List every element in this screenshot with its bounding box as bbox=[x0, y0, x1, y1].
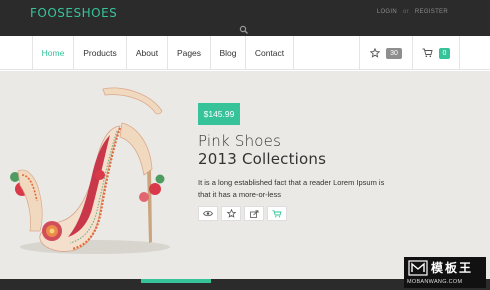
view-button[interactable] bbox=[198, 206, 218, 221]
price-tag: $145.99 bbox=[198, 103, 240, 125]
cart-count: 0 bbox=[438, 47, 451, 59]
main-nav: Home Products About Pages Blog Contact 3… bbox=[0, 36, 490, 70]
product-description: It is a long established fact that a rea… bbox=[198, 178, 385, 199]
nav-blog[interactable]: Blog bbox=[211, 36, 246, 70]
wishlist-button[interactable]: 30 bbox=[359, 36, 412, 70]
watermark-url: MOBANWANG.COM bbox=[407, 279, 463, 285]
product-actions bbox=[198, 206, 287, 221]
product-title: Pink Shoes bbox=[198, 132, 282, 150]
star-icon bbox=[226, 209, 236, 218]
top-bar: FOOSESHOES LOGIN or REGISTER bbox=[0, 0, 490, 36]
product-subtitle: 2013 Collections bbox=[198, 150, 327, 168]
star-icon bbox=[370, 48, 381, 58]
favorite-button[interactable] bbox=[221, 206, 241, 221]
eye-icon bbox=[203, 210, 213, 217]
nav-home[interactable]: Home bbox=[32, 36, 74, 70]
nav-contact[interactable]: Contact bbox=[246, 36, 294, 70]
pink-shoe-image bbox=[10, 87, 170, 254]
wishlist-count: 30 bbox=[386, 47, 402, 59]
share-button[interactable] bbox=[244, 206, 264, 221]
add-to-cart-button[interactable] bbox=[267, 206, 287, 221]
watermark-logo-icon bbox=[408, 260, 428, 276]
site-logo[interactable]: FOOSESHOES bbox=[30, 6, 117, 20]
login-link[interactable]: LOGIN bbox=[377, 9, 397, 15]
slider-active-indicator[interactable] bbox=[141, 279, 211, 283]
watermark-title: 模板王 bbox=[431, 261, 474, 275]
nav-products[interactable]: Products bbox=[74, 36, 127, 70]
nav-about[interactable]: About bbox=[127, 36, 168, 70]
search-icon[interactable] bbox=[239, 22, 249, 34]
cart-button[interactable]: 0 bbox=[412, 36, 460, 70]
or-separator: or bbox=[402, 9, 409, 15]
cart-add-icon bbox=[272, 209, 282, 217]
share-icon bbox=[249, 209, 258, 218]
cart-icon bbox=[422, 48, 433, 58]
hero-banner: $145.99 Pink Shoes 2013 Collections It i… bbox=[0, 71, 490, 279]
nav-pages[interactable]: Pages bbox=[168, 36, 211, 70]
watermark: 模板王 MOBANWANG.COM bbox=[404, 257, 486, 288]
register-link[interactable]: REGISTER bbox=[415, 9, 448, 15]
account-links: LOGIN or REGISTER bbox=[377, 9, 448, 15]
